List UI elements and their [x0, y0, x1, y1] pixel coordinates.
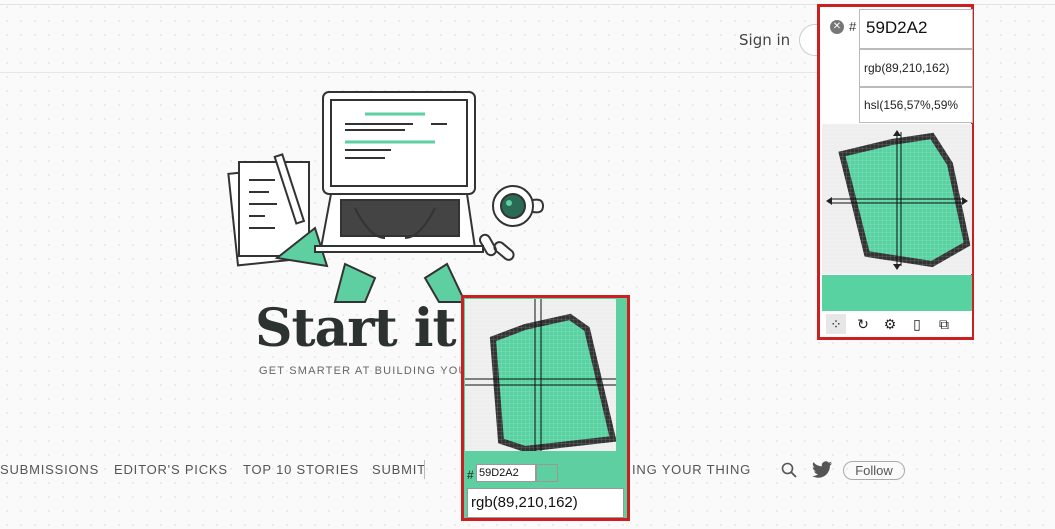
hex-prefix: #	[849, 19, 857, 34]
laptop-illustration	[314, 91, 484, 303]
nav-getting-your-thing[interactable]: ING YOUR THING	[632, 462, 751, 477]
page: Sign in Start it GET SMARTER AT BUILDING…	[0, 0, 1055, 529]
eyedropper-icon[interactable]: ⁘	[826, 314, 846, 334]
nav-submissions[interactable]: SUBMISSIONS	[0, 462, 99, 477]
magnifier-rgb-field[interactable]: rgb(89,210,162)	[467, 488, 624, 518]
hsl-value-field[interactable]: hsl(156,57%,59%	[859, 87, 973, 123]
nav-editors-picks[interactable]: EDITOR'S PICKS	[114, 462, 228, 477]
phone-icon[interactable]: ▯	[907, 314, 927, 334]
magnifier-zoom	[465, 299, 616, 451]
picker-toolbar: ⁘ ↻ ⚙ ▯ ⧉	[822, 311, 972, 337]
search-icon[interactable]	[781, 462, 797, 478]
nav-top-10-stories[interactable]: TOP 10 STORIES	[243, 462, 359, 477]
nav-submit[interactable]: SUBMIT	[372, 462, 426, 477]
magnifier-hex-field[interactable]: 59D2A2	[476, 464, 536, 482]
color-picker-panel: ✕ # 59D2A2 rgb(89,210,162) hsl(156,57%,5…	[817, 4, 974, 340]
publication-tagline: GET SMARTER AT BUILDING YOU	[259, 365, 464, 377]
magnifier-popup: # 59D2A2 rgb(89,210,162)	[461, 295, 630, 521]
magnifier-color-chip	[536, 464, 558, 482]
zoom-preview	[822, 124, 972, 274]
paperclips-illustration	[479, 233, 515, 261]
coffee-cup-illustration	[492, 185, 545, 227]
magnifier-hex-prefix: #	[467, 468, 474, 482]
sign-in-link[interactable]: Sign in	[739, 31, 790, 49]
gear-icon[interactable]: ⚙	[880, 314, 900, 334]
header-divider	[0, 72, 820, 73]
rgb-value-field[interactable]: rgb(89,210,162)	[859, 49, 973, 87]
popout-icon[interactable]: ⧉	[934, 314, 954, 334]
sampled-color-swatch	[822, 275, 972, 311]
nav-separator	[424, 460, 425, 479]
twitter-icon[interactable]	[811, 461, 833, 479]
papers-illustration	[227, 153, 329, 268]
hero-illustration	[227, 91, 545, 303]
refresh-icon[interactable]: ↻	[853, 314, 873, 334]
hex-value-field[interactable]: 59D2A2	[859, 9, 973, 49]
follow-button[interactable]: Follow	[843, 461, 905, 480]
publication-name: Start it u	[255, 298, 465, 359]
close-icon[interactable]: ✕	[830, 20, 844, 34]
